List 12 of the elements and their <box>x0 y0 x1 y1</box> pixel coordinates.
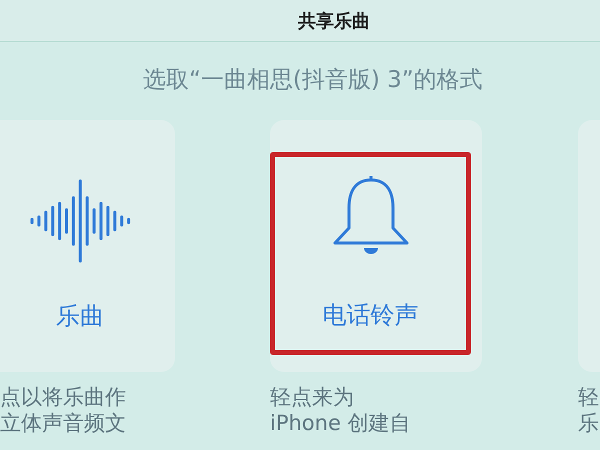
option-description: 乐 <box>578 410 600 436</box>
option-description: 轻点来为 <box>270 384 355 410</box>
option-description: 轻 <box>578 384 600 410</box>
option-label: 电话铃声 <box>322 300 418 331</box>
option-card[interactable]: 乐曲 <box>0 120 175 372</box>
prompt-text: 选取“一曲相思(抖音版) 3”的格式 <box>143 66 484 95</box>
option-label: 乐曲 <box>56 301 104 332</box>
option-description: iPhone 创建自 <box>270 410 412 436</box>
sheet-title: 共享乐曲 <box>298 10 370 32</box>
option-description: 立体声音频文 <box>0 410 127 436</box>
option-description: 点以将乐曲作 <box>0 384 127 410</box>
option-card[interactable]: 电话铃声 <box>270 120 482 372</box>
